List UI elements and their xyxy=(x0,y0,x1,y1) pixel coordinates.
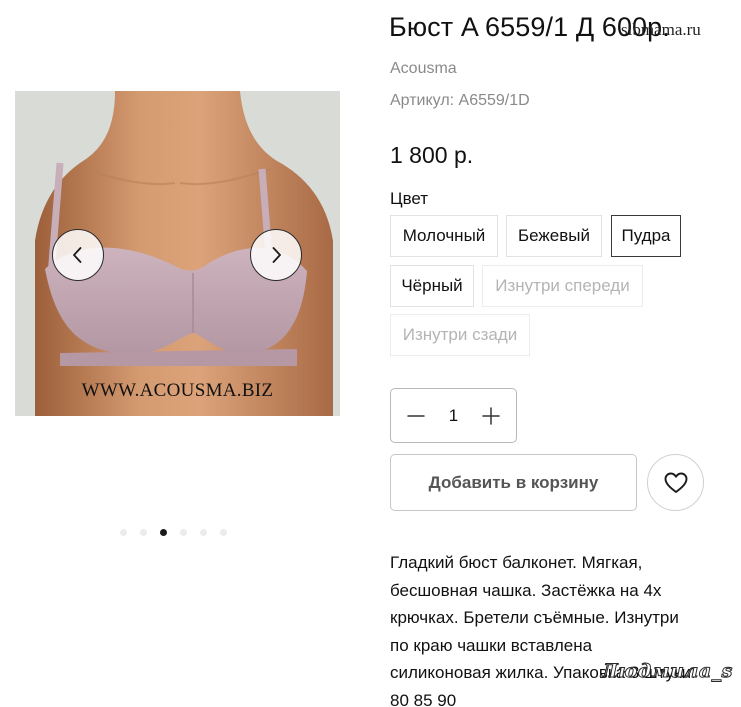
description-line: Гладкий бюст балконет. Мягкая, xyxy=(390,553,643,572)
gallery-dot-4[interactable] xyxy=(180,529,187,536)
signature-watermark: Людмила_s xyxy=(601,660,733,683)
color-option-beige[interactable]: Бежевый xyxy=(506,215,602,257)
description-line: по краю чашки вставлена xyxy=(390,635,593,655)
chevron-right-icon xyxy=(272,247,281,263)
gallery-dot-1[interactable] xyxy=(120,529,127,536)
gallery-prev-button[interactable] xyxy=(52,229,104,281)
chevron-left-icon xyxy=(73,247,82,263)
product-sku: Артикул: A6559/1D xyxy=(390,92,530,109)
color-option-powder[interactable]: Пудра xyxy=(611,215,681,257)
product-brand[interactable]: Acousma xyxy=(390,60,457,78)
color-picker-label: Цвет xyxy=(390,189,429,208)
gallery-dot-5[interactable] xyxy=(200,529,207,536)
quantity-decrease-button[interactable] xyxy=(405,405,427,427)
gallery-pagination xyxy=(120,529,227,536)
gallery-next-button[interactable] xyxy=(250,229,302,281)
color-option-inside-back: Изнутри сзади xyxy=(390,314,530,356)
watermark-text: WWW.ACOUSMA.BIZ xyxy=(81,380,274,401)
description-line: крючках. Бретели съёмные. Изнутри xyxy=(390,608,679,627)
quantity-stepper: 1 xyxy=(390,388,517,443)
description-line: 80 85 90 xyxy=(390,690,457,707)
favorite-button[interactable] xyxy=(647,454,704,511)
color-option-milky[interactable]: Молочный xyxy=(390,215,498,257)
quantity-increase-button[interactable] xyxy=(480,405,502,427)
color-option-black[interactable]: Чёрный xyxy=(390,265,474,307)
gallery-dot-6[interactable] xyxy=(220,529,227,536)
quantity-value[interactable]: 1 xyxy=(449,406,458,426)
plus-icon xyxy=(482,406,500,425)
site-watermark: sibmama.ru xyxy=(621,20,701,39)
add-to-cart-button[interactable]: Добавить в корзину xyxy=(390,454,637,511)
gallery-dot-2[interactable] xyxy=(140,529,147,536)
heart-icon xyxy=(664,472,687,493)
product-price: 1 800 р. xyxy=(390,142,474,168)
color-option-inside-front: Изнутри спереди xyxy=(482,265,643,307)
description-line: бесшовная чашка. Застёжка на 4х xyxy=(390,580,662,600)
product-gallery: WWW.ACOUSMA.BIZ WWW.ACOUSMA.BIZ xyxy=(15,91,340,416)
minus-icon xyxy=(407,414,425,417)
gallery-dot-3[interactable] xyxy=(160,529,167,536)
product-description: Гладкий бюст балконет. Мягкая, бесшовная… xyxy=(390,549,720,707)
